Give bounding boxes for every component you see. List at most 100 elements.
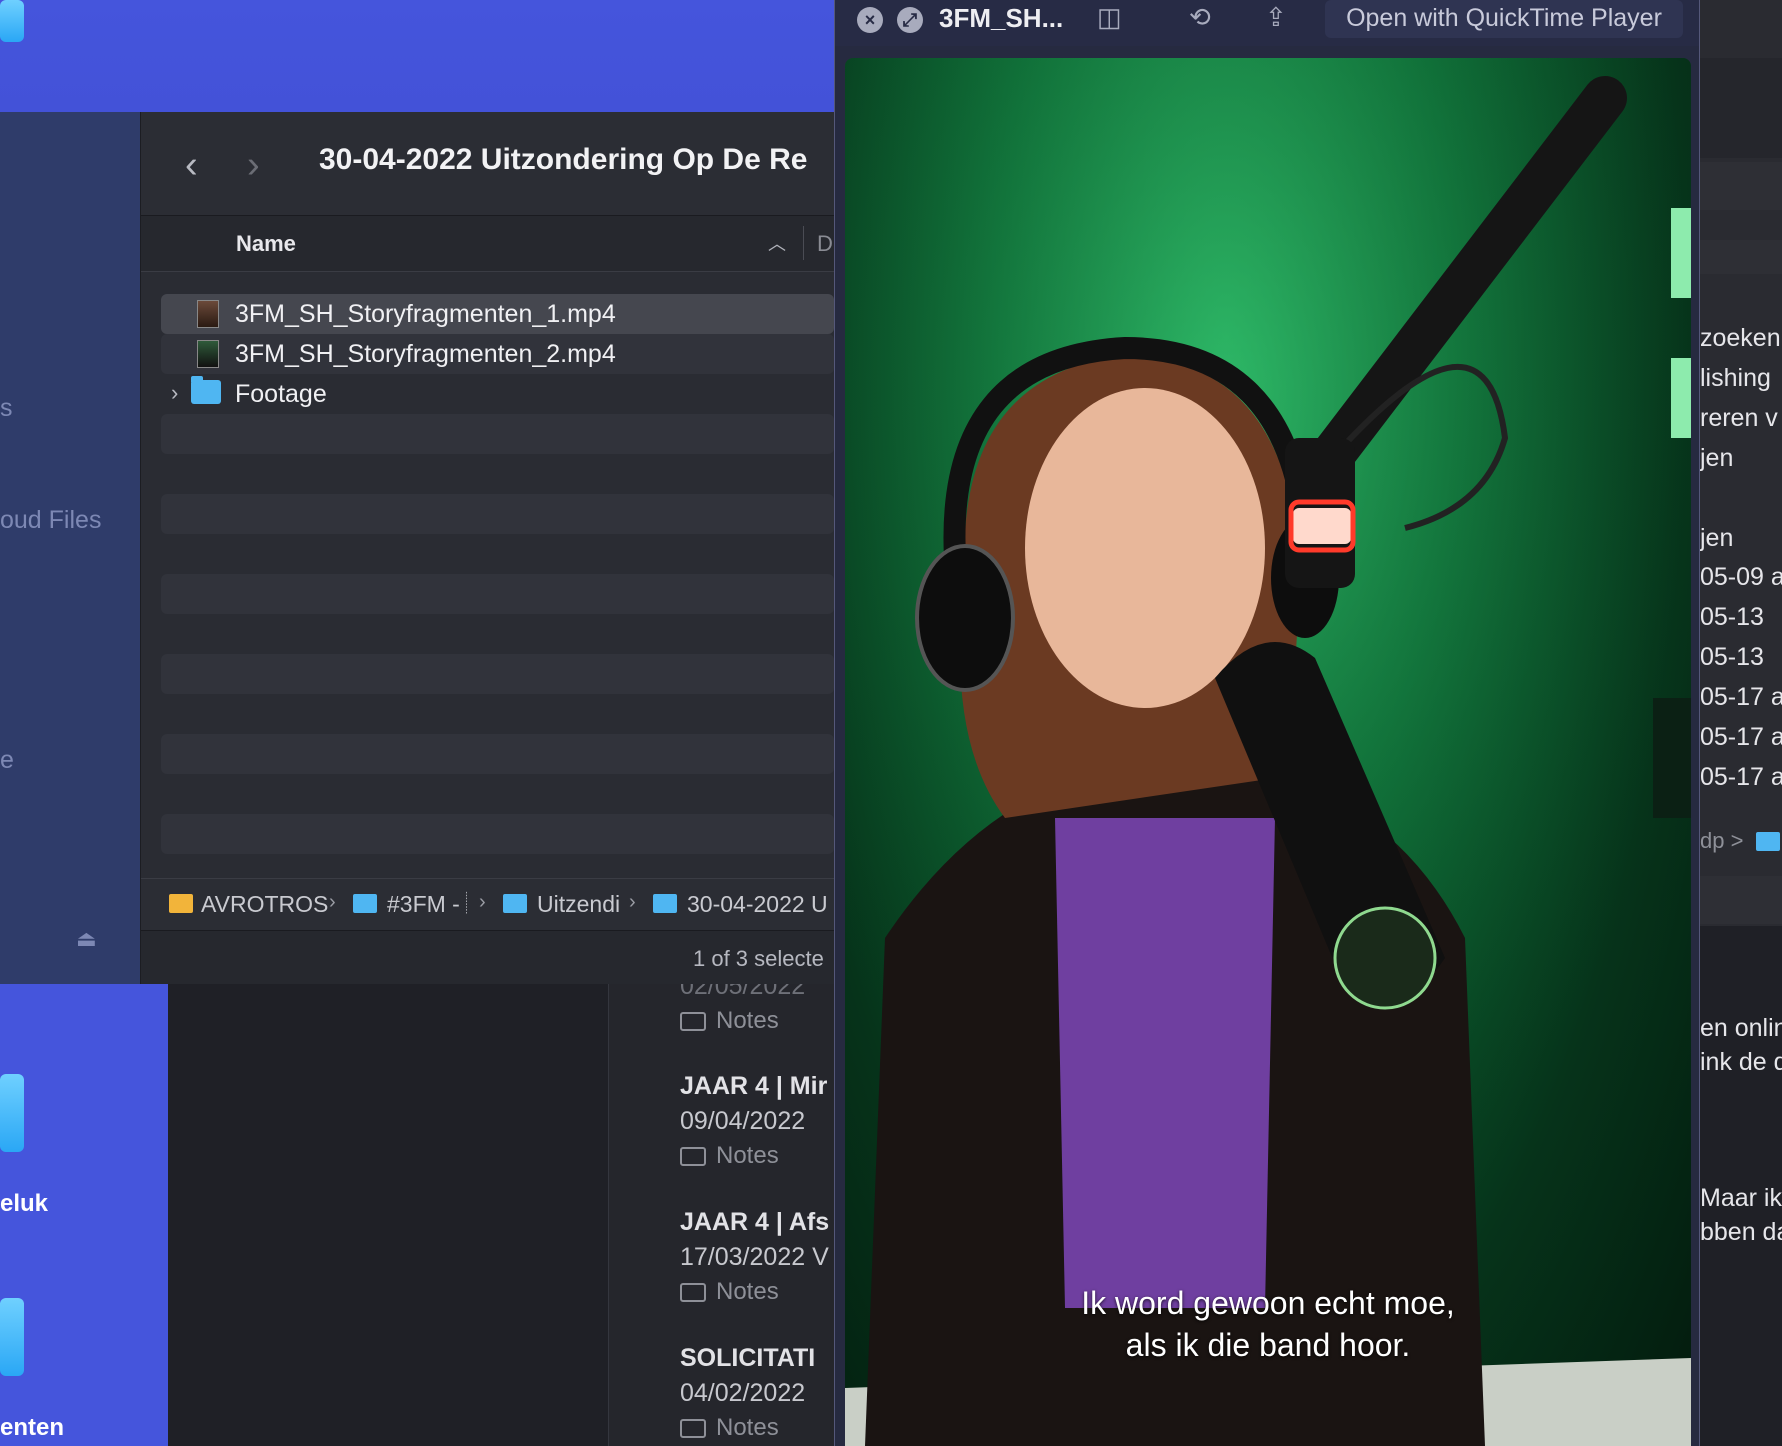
column-name-header[interactable]: Name [236,231,296,257]
folder-icon [353,894,377,913]
empty-row [161,814,834,854]
file-name: 3FM_SH_Storyfragmenten_2.mp4 [235,340,616,368]
path-item[interactable]: Uitzendi [537,891,620,918]
background-text: jen [1700,524,1734,552]
file-name: Footage [235,380,327,408]
drive-icon [169,894,193,913]
video-thumbnail-icon [197,300,219,328]
background-text: 05-17 a [1700,723,1782,751]
path-item[interactable]: #3FM -  [387,891,467,918]
background-window: zoeken lishing reren v jen jen 05-09 a 0… [1700,0,1782,1446]
finder-window: s oud Files e ⏏ ‹ › 30-04-2022 Uitzonder… [0,112,834,984]
share-icon[interactable]: ⇪ [1265,2,1287,33]
background-text: reren v [1700,404,1778,432]
background-text: ink de d [1700,1048,1782,1076]
video-subtitle: Ik word gewoon echt moe, als ik die band… [845,1282,1691,1366]
note-folder: Notes [680,1007,805,1035]
video-thumbnail-icon [197,340,219,368]
path-bar: AVROTROS › #3FM -  › Uitzendi › 30-04-2… [141,878,834,930]
background-text: 05-17 a [1700,763,1782,791]
fullscreen-icon[interactable]: ⤢ [897,7,923,33]
note-title: SOLICITATI [680,1344,816,1372]
desktop-folder-icon[interactable] [0,1298,24,1376]
background-text: 05-09 a [1700,563,1782,591]
desktop-folder-icon[interactable] [0,0,24,42]
file-row[interactable]: › Footage 3 [161,374,834,414]
note-item[interactable]: SOLICITATI 04/02/2022 Notes [680,1344,815,1442]
video-preview[interactable]: Ik word gewoon echt moe, als ik die band… [845,58,1691,1446]
forward-button[interactable]: › [247,144,260,187]
finder-toolbar: ‹ › 30-04-2022 Uitzondering Op De Re [141,112,834,216]
empty-row [161,414,834,454]
folder-icon [191,376,221,404]
note-title: JAAR 4 | Afs [680,1208,830,1236]
back-button[interactable]: ‹ [185,144,198,187]
empty-row [161,734,834,774]
note-date: 04/02/2022 [680,1379,806,1407]
note-date: 17/03/2022 V [680,1243,829,1271]
path-item[interactable]: 30-04-2022 U [687,891,828,918]
path-separator-icon: › [479,891,486,913]
sidebar-item[interactable]: e [0,746,14,775]
notes-folder-pane [168,984,609,1446]
close-icon[interactable]: × [857,7,883,33]
sidebar-item[interactable]: s [0,394,13,423]
subtitle-line: Ik word gewoon echt moe, [1081,1285,1455,1321]
eject-icon[interactable]: ⏏ [76,926,97,952]
note-item[interactable]: JAAR 4 | Afs 17/03/2022 V Notes [680,1208,829,1306]
open-with-quicktime-button[interactable]: Open with QuickTime Player [1325,0,1683,38]
file-row[interactable]: 3FM_SH_Storyfragmenten_2.mp4 3 [161,334,834,374]
sidebar-item-icloud-files[interactable]: oud Files [0,506,101,535]
column-divider[interactable] [803,226,804,260]
path-separator-icon: › [629,891,636,913]
note-folder: Notes [680,1142,827,1170]
file-name: 3FM_SH_Storyfragmenten_1.mp4 [235,300,616,328]
background-text: Maar ik [1700,1184,1782,1212]
subtitle-line: als ik die band hoor. [1125,1327,1411,1363]
background-text: en onlin [1700,1014,1782,1042]
note-folder: Notes [680,1278,829,1306]
note-folder: Notes [680,1414,815,1442]
quicklook-window: × ⤢ 3FM_SH... ◫ ⟲ ⇪ Open with QuickTime … [834,0,1700,1446]
background-text: 05-17 a [1700,683,1782,711]
empty-row [161,654,834,694]
folder-icon [503,894,527,913]
path-separator-icon: › [329,891,336,913]
folder-icon [680,1011,706,1031]
video-frame-illustration [845,58,1691,1446]
column-date-header[interactable]: D [817,231,833,257]
column-header: Name ︿ D [141,216,834,272]
folder-icon [680,1146,706,1166]
desktop-background: eluk enten [0,984,168,1446]
background-text: 05-13 [1700,643,1764,671]
desktop-folder-icon[interactable] [0,1074,24,1152]
note-date: 09/04/2022 [680,1107,806,1135]
empty-row [161,494,834,534]
quicklook-toolbar: × ⤢ 3FM_SH... ◫ ⟲ ⇪ Open with QuickTime … [835,0,1699,46]
background-text: 05-13 [1700,603,1764,631]
folder-icon [653,894,677,913]
quicklook-title: 3FM_SH... [939,3,1064,33]
finder-sidebar: s oud Files e ⏏ [0,112,141,984]
path-item[interactable]: AVROTROS [201,891,328,918]
rotate-icon[interactable]: ⟲ [1189,2,1211,33]
empty-row [161,574,834,614]
background-text: zoeken [1700,324,1781,352]
file-list: 3FM_SH_Storyfragmenten_1.mp4 3 3FM_SH_St… [141,272,834,878]
folder-icon [680,1282,706,1302]
background-text: bben da [1700,1218,1782,1246]
file-row[interactable]: 3FM_SH_Storyfragmenten_1.mp4 3 [161,294,834,334]
window-title: 30-04-2022 Uitzondering Op De Re [319,143,808,176]
status-bar: 1 of 3 selecte [141,930,834,984]
background-text: dp > [1700,828,1744,853]
disclosure-chevron-icon[interactable]: › [171,380,178,406]
sort-ascending-icon[interactable]: ︿ [768,230,786,256]
note-item[interactable]: JAAR 4 | Mir 09/04/2022 Notes [680,1072,827,1170]
background-text: jen [1700,444,1734,472]
note-title: JAAR 4 | Mir [680,1072,828,1100]
selection-status: 1 of 3 selecte [693,946,824,971]
desktop-item-label: eluk [0,1190,49,1217]
trim-icon[interactable]: ◫ [1097,2,1122,33]
desktop-item-label: enten [0,1414,65,1441]
folder-icon [680,1418,706,1438]
